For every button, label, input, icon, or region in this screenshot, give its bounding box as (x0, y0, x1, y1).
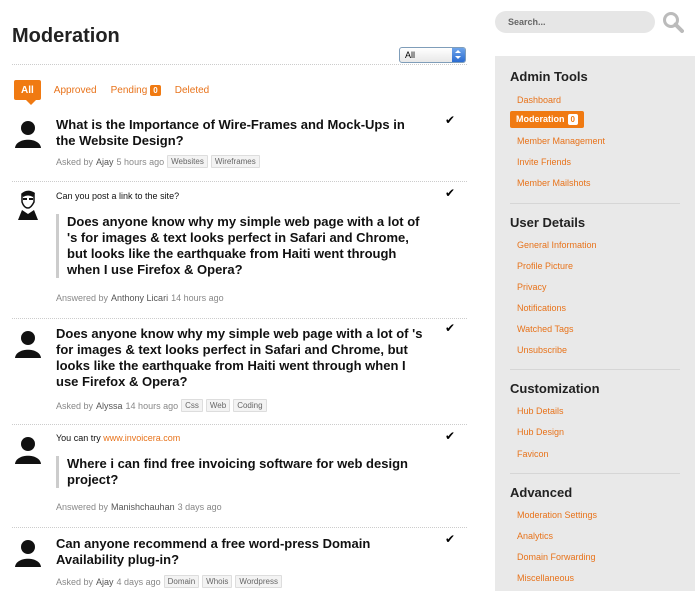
filter-select-value: All (405, 50, 416, 60)
author-name[interactable]: Anthony Licari (111, 293, 168, 303)
divider (12, 64, 467, 65)
author-name[interactable]: Manishchauhan (111, 502, 175, 512)
sidebar-item-profile-picture[interactable]: Profile Picture (517, 261, 573, 271)
search-icon[interactable] (662, 11, 684, 33)
sidebar-item-moderation-settings[interactable]: Moderation Settings (517, 510, 597, 520)
sidebar-item-favicon[interactable]: Favicon (517, 449, 549, 459)
item-meta: Asked by Ajay 5 hours ago Websites Wiref… (56, 155, 260, 168)
search-input[interactable]: Search... (495, 11, 655, 33)
avatar (12, 188, 44, 220)
filter-tabs: All Approved Pending 0 Deleted (14, 79, 223, 105)
item-meta: Answered by Anthony Licari 14 hours ago (56, 293, 224, 303)
tag[interactable]: Domain (163, 575, 200, 588)
author-name[interactable]: Ajay (96, 577, 114, 587)
answer-text: You can try www.invoicera.com (56, 433, 181, 443)
sidebar-heading-advanced: Advanced (510, 485, 573, 500)
sidebar-item-watched-tags[interactable]: Watched Tags (517, 324, 574, 334)
checkmark-icon[interactable]: ✔ (445, 186, 455, 200)
sidebar-item-miscellaneous[interactable]: Miscellaneous (517, 573, 574, 583)
tab-pending[interactable]: Pending 0 (111, 80, 161, 100)
admin-sidebar: Admin Tools Dashboard Moderation 0 Member… (495, 56, 695, 591)
quoted-question[interactable]: Where i can find free invoicing software… (56, 456, 408, 488)
sidebar-item-general-information[interactable]: General Information (517, 240, 597, 250)
checkmark-icon[interactable]: ✔ (445, 113, 455, 127)
divider (12, 424, 467, 425)
sidebar-heading-customization: Customization (510, 381, 600, 396)
quoted-question[interactable]: Does anyone know why my simple web page … (56, 214, 420, 278)
item-meta: Asked by Ajay 4 days ago Domain Whois Wo… (56, 575, 282, 588)
main-content: Moderation All All Approved Pending 0 Del… (12, 0, 467, 591)
question-title[interactable]: Can anyone recommend a free word-press D… (56, 536, 370, 568)
avatar (12, 116, 44, 148)
divider (12, 181, 467, 182)
select-arrows-icon (452, 48, 465, 62)
item-meta: Answered by Manishchauhan 3 days ago (56, 502, 222, 512)
avatar (12, 535, 44, 567)
divider (510, 369, 680, 370)
tag[interactable]: Css (181, 399, 203, 412)
answer-link[interactable]: www.invoicera.com (103, 433, 180, 443)
sidebar-item-hub-details[interactable]: Hub Details (517, 406, 564, 416)
sidebar-item-domain-forwarding[interactable]: Domain Forwarding (517, 552, 596, 562)
tag[interactable]: Wireframes (210, 155, 260, 168)
tag[interactable]: Wordpress (235, 575, 282, 588)
avatar (12, 432, 44, 464)
item-meta: Asked by Alyssa 14 hours ago Css Web Cod… (56, 399, 267, 412)
checkmark-icon[interactable]: ✔ (445, 429, 455, 443)
checkmark-icon[interactable]: ✔ (445, 532, 455, 546)
avatar (12, 326, 44, 358)
tag[interactable]: Whois (202, 575, 233, 588)
divider (12, 318, 467, 319)
page-title: Moderation (12, 25, 120, 47)
question-title[interactable]: Does anyone know why my simple web page … (56, 326, 422, 390)
sidebar-item-notifications[interactable]: Notifications (517, 303, 566, 313)
sidebar-item-analytics[interactable]: Analytics (517, 531, 553, 541)
sidebar-heading-user-details: User Details (510, 215, 586, 230)
answer-text: Can you post a link to the site? (56, 191, 180, 201)
tab-deleted[interactable]: Deleted (175, 80, 209, 100)
sidebar-item-dashboard[interactable]: Dashboard (517, 95, 561, 105)
author-name[interactable]: Alyssa (96, 401, 123, 411)
sidebar-item-unsubscribe[interactable]: Unsubscribe (517, 345, 567, 355)
author-name[interactable]: Ajay (96, 157, 114, 167)
question-title[interactable]: What is the Importance of Wire-Frames an… (56, 117, 405, 149)
sidebar-item-invite-friends[interactable]: Invite Friends (517, 157, 571, 167)
checkmark-icon[interactable]: ✔ (445, 321, 455, 335)
sidebar-item-privacy[interactable]: Privacy (517, 282, 547, 292)
pending-count-badge: 0 (150, 84, 161, 96)
tag[interactable]: Web (205, 399, 231, 412)
divider (12, 527, 467, 528)
filter-select[interactable]: All (399, 47, 466, 63)
sidebar-item-hub-design[interactable]: Hub Design (517, 427, 564, 437)
tab-all[interactable]: All (14, 80, 41, 105)
tag[interactable]: Websites (167, 155, 208, 168)
moderation-count-badge: 0 (567, 114, 578, 125)
sidebar-item-moderation[interactable]: Moderation 0 (510, 111, 584, 128)
divider (510, 203, 680, 204)
divider (510, 473, 680, 474)
sidebar-item-member-management[interactable]: Member Management (517, 136, 605, 146)
sidebar-item-member-mailshots[interactable]: Member Mailshots (517, 178, 591, 188)
tag[interactable]: Coding (233, 399, 267, 412)
tab-approved[interactable]: Approved (54, 80, 97, 100)
sidebar-heading-admin-tools: Admin Tools (510, 69, 588, 84)
